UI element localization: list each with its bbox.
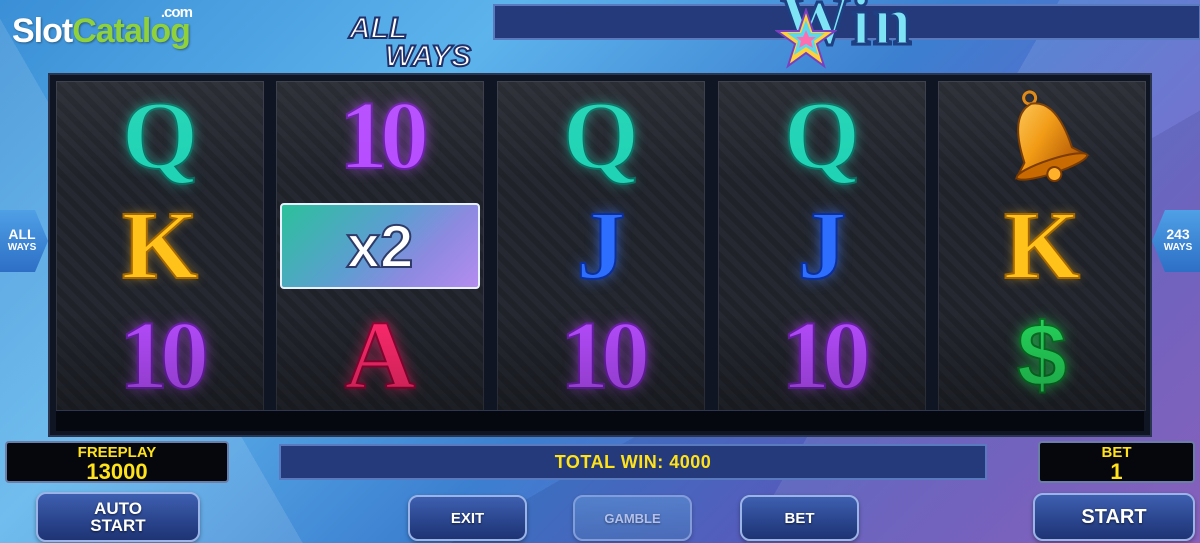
- start-button[interactable]: START: [1033, 493, 1195, 541]
- reel-3: Q J 10: [497, 81, 705, 411]
- logo-win: Win: [493, 0, 1200, 58]
- symbol-bell: [938, 81, 1146, 191]
- reel-frame: Q K 10 10 x2 A Q J 10 Q J 10 K $: [48, 73, 1152, 437]
- reel-bottom-bar: [56, 410, 1144, 431]
- exit-button[interactable]: EXIT: [408, 495, 527, 541]
- symbol-q: Q: [783, 82, 861, 190]
- freeplay-panel: FREEPLAY 13000: [5, 441, 229, 483]
- all-ways-line1: ALL: [8, 226, 36, 242]
- symbol-10: 10: [118, 302, 210, 410]
- symbol-dollar: $: [1016, 306, 1068, 406]
- bet-value: 1: [1110, 459, 1123, 484]
- watermark-com: .com: [160, 4, 193, 21]
- symbol-j: J: [797, 192, 848, 300]
- symbol-a: A: [344, 302, 417, 410]
- logo-ways: WAYS: [384, 40, 472, 73]
- auto-start-line2: START: [90, 516, 146, 535]
- bell-icon: [1014, 90, 1090, 183]
- 243-ways-badge: 243 WAYS: [1152, 210, 1200, 272]
- all-ways-badge: ALL WAYS: [0, 210, 48, 272]
- symbol-10: 10: [338, 82, 430, 190]
- multiplier-label: x2: [346, 212, 415, 281]
- 243-ways-line2: WAYS: [1163, 242, 1193, 253]
- freeplay-value: 13000: [86, 459, 148, 484]
- symbol-10: 10: [780, 302, 872, 410]
- total-win-display: TOTAL WIN: 4000: [279, 444, 987, 480]
- watermark-logo: SlotCatalog .com: [12, 4, 193, 51]
- bet-button[interactable]: BET: [740, 495, 859, 541]
- game-logo: ALL WAYS Win: [345, 0, 1200, 74]
- auto-start-button[interactable]: AUTO START: [36, 492, 200, 542]
- reel-4: Q J 10: [718, 81, 926, 411]
- symbol-k: K: [1003, 192, 1081, 300]
- symbol-10: 10: [559, 302, 651, 410]
- bet-panel: BET 1: [1038, 441, 1195, 483]
- reel-2: 10 x2 A: [276, 81, 484, 411]
- symbol-k: K: [121, 192, 199, 300]
- 243-ways-line1: 243: [1166, 226, 1190, 242]
- all-ways-line2: WAYS: [7, 242, 37, 253]
- auto-start-line1: AUTO: [94, 499, 142, 518]
- symbol-q: Q: [562, 82, 640, 190]
- reel-1: Q K 10: [56, 81, 264, 411]
- watermark-slot: Slot: [12, 12, 73, 50]
- gamble-button[interactable]: GAMBLE: [573, 495, 692, 541]
- symbol-j: J: [576, 192, 627, 300]
- reel-5: K $: [938, 81, 1146, 411]
- symbol-q: Q: [121, 82, 199, 190]
- star-icon: [775, 8, 837, 69]
- multiplier-x2: x2: [280, 203, 480, 289]
